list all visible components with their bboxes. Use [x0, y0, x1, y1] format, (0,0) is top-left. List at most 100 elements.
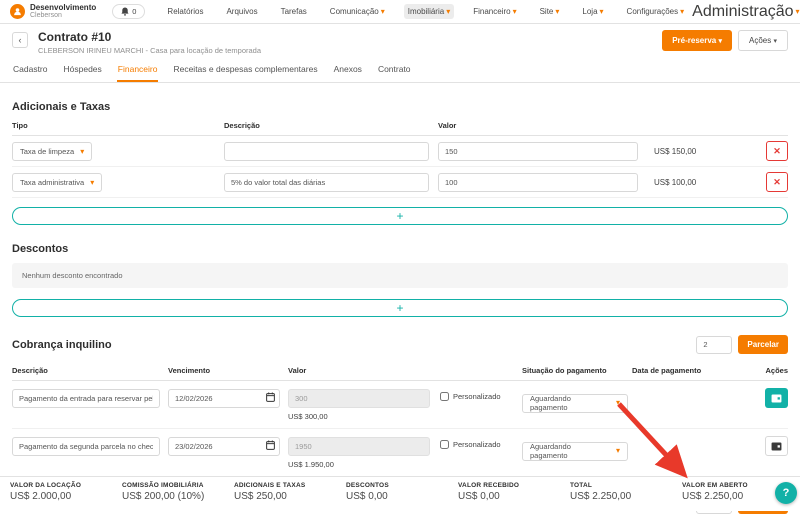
navbar-right: Administração▾ Publicar	[688, 0, 800, 24]
calendar-icon	[266, 440, 275, 450]
delete-row-button[interactable]: ✕	[766, 141, 788, 161]
top-navbar: Desenvolvimento Cleberson 0 Relatórios A…	[0, 0, 800, 24]
tab-receitas-despesas[interactable]: Receitas e despesas complementares	[172, 61, 318, 82]
financial-summary-bar: VALOR DA LOCAÇÃOUS$ 2.000,00 COMISSÃO IM…	[0, 476, 800, 511]
tab-financeiro[interactable]: Financeiro	[117, 61, 159, 82]
pre-reserva-label: Pré-reserva	[672, 36, 716, 45]
summary-label: DESCONTOS	[346, 482, 454, 489]
col-header-tipo: Tipo	[12, 121, 224, 130]
register-payment-button[interactable]	[765, 436, 788, 456]
adicionais-row: Taxa de limpeza▾ US$ 150,00 ✕	[12, 136, 788, 167]
cobranca-row: US$ 300,00 Personalizado Aguardando paga…	[12, 381, 788, 429]
nav-label: Tarefas	[281, 7, 307, 16]
situacao-select[interactable]: Aguardando pagamento▾	[522, 394, 628, 413]
nav-item-tarefas[interactable]: Tarefas	[277, 4, 311, 19]
summary-item: ADICIONAIS E TAXAS US$ 250,00	[234, 482, 342, 502]
nav-item-comunicacao[interactable]: Comunicação▾	[326, 4, 389, 19]
cobranca-parcelar-button[interactable]: Parcelar	[738, 335, 788, 354]
pre-reserva-button[interactable]: Pré-reserva ▾	[662, 30, 732, 51]
nav-item-relatorios[interactable]: Relatórios	[163, 4, 207, 19]
nav-item-loja[interactable]: Loja▾	[578, 4, 607, 19]
notifications-button[interactable]: 0	[112, 4, 145, 19]
page-subtitle: CLEBERSON IRINEU MARCHI - Casa para loca…	[38, 46, 261, 55]
add-adicional-button[interactable]: +	[12, 207, 788, 225]
summary-item: DESCONTOSUS$ 0,00	[346, 482, 454, 502]
chevron-down-icon: ▾	[600, 8, 604, 16]
summary-value: US$ 2.000,00	[10, 491, 118, 502]
summary-value: US$ 250,00	[234, 491, 342, 502]
add-desconto-button[interactable]: +	[12, 299, 788, 317]
situacao-select[interactable]: Aguardando pagamento▾	[522, 442, 628, 461]
parcela-valor-input	[288, 389, 430, 408]
summary-value: US$ 2.250,00	[570, 491, 678, 502]
personalizado-checkbox-label: Personalizado	[440, 436, 522, 449]
nav-item-configuracoes[interactable]: Configurações▾	[623, 4, 689, 19]
register-payment-button[interactable]	[765, 388, 788, 408]
tab-hospedes[interactable]: Hóspedes	[63, 61, 103, 82]
brand-user: Cleberson	[30, 12, 96, 19]
calendar-icon	[266, 392, 275, 402]
chevron-down-icon: ▾	[796, 8, 800, 16]
tipo-select[interactable]: Taxa administrativa▾	[12, 173, 102, 192]
tab-cadastro[interactable]: Cadastro	[12, 61, 49, 82]
personalizado-checkbox-label: Personalizado	[440, 388, 522, 401]
notification-count: 0	[132, 7, 136, 16]
cobranca-parcelas-input[interactable]	[696, 336, 732, 354]
summary-item: VALOR EM ABERTOUS$ 2.250,00	[682, 482, 790, 502]
delete-row-button[interactable]: ✕	[766, 172, 788, 192]
chevron-down-icon: ▾	[555, 8, 559, 16]
brand-text: Desenvolvimento Cleberson	[30, 4, 96, 20]
chevron-down-icon: ▾	[616, 447, 620, 455]
parcela-descricao-input[interactable]	[12, 389, 160, 408]
chevron-down-icon: ▾	[680, 8, 684, 16]
help-button[interactable]: ?	[775, 482, 797, 504]
chevron-down-icon: ▾	[719, 38, 723, 45]
cobranca-row: US$ 1.950,00 Personalizado Aguardando pa…	[12, 429, 788, 477]
summary-item: VALOR RECEBIDOUS$ 0,00	[458, 482, 566, 502]
nav-item-financeiro[interactable]: Financeiro▾	[469, 4, 520, 19]
nav-item-site[interactable]: Site▾	[536, 4, 564, 19]
tab-anexos[interactable]: Anexos	[333, 61, 363, 82]
section-title-descontos: Descontos	[12, 243, 788, 255]
chevron-down-icon: ▾	[381, 8, 385, 16]
nav-label: Administração	[692, 3, 793, 21]
back-button[interactable]: ‹	[12, 32, 28, 48]
tab-contrato[interactable]: Contrato	[377, 61, 412, 82]
personalizado-checkbox[interactable]	[440, 392, 449, 401]
page-header: ‹ Contrato #10 CLEBERSON IRINEU MARCHI -…	[0, 24, 800, 55]
descricao-input[interactable]	[224, 173, 429, 192]
col-header-acoes: Ações	[750, 366, 788, 375]
col-header-valor: Valor	[288, 366, 440, 375]
parcela-descricao-input[interactable]	[12, 437, 160, 456]
summary-value: US$ 200,00 (10%)	[122, 491, 230, 502]
nav-label: Financeiro	[473, 7, 510, 16]
summary-item: TOTALUS$ 2.250,00	[570, 482, 678, 502]
nav-item-administracao[interactable]: Administração▾	[688, 0, 800, 24]
vencimento-date-input[interactable]	[168, 389, 280, 408]
personalizado-checkbox[interactable]	[440, 440, 449, 449]
valor-formatted: US$ 150,00	[654, 147, 696, 156]
summary-item: COMISSÃO IMOBILIÁRIAUS$ 200,00 (10%)	[122, 482, 230, 502]
personalizado-text: Personalizado	[453, 440, 501, 449]
col-header-situacao: Situação do pagamento	[522, 366, 632, 375]
col-header-data-pagamento: Data de pagamento	[632, 366, 750, 375]
chevron-down-icon: ▾	[513, 8, 517, 16]
chevron-down-icon: ▾	[446, 8, 450, 16]
nav-item-imobiliaria[interactable]: Imobiliária▾	[404, 4, 454, 19]
descricao-input[interactable]	[224, 142, 429, 161]
brand-name: Desenvolvimento	[30, 4, 96, 12]
bell-icon	[121, 7, 129, 16]
parcela-valor-input	[288, 437, 430, 456]
valor-formatted: US$ 100,00	[654, 178, 696, 187]
adicionais-table-header: Tipo Descrição Valor	[12, 121, 788, 136]
nav-item-arquivos[interactable]: Arquivos	[222, 4, 261, 19]
brand-logo-icon	[10, 4, 25, 19]
tipo-value: Taxa de limpeza	[20, 147, 74, 156]
valor-input[interactable]	[438, 142, 638, 161]
summary-label: ADICIONAIS E TAXAS	[234, 482, 342, 489]
vencimento-date-input[interactable]	[168, 437, 280, 456]
valor-input[interactable]	[438, 173, 638, 192]
acoes-button[interactable]: Ações ▾	[738, 30, 788, 51]
tipo-select[interactable]: Taxa de limpeza▾	[12, 142, 92, 161]
section-title-adicionais: Adicionais e Taxas	[12, 101, 788, 113]
